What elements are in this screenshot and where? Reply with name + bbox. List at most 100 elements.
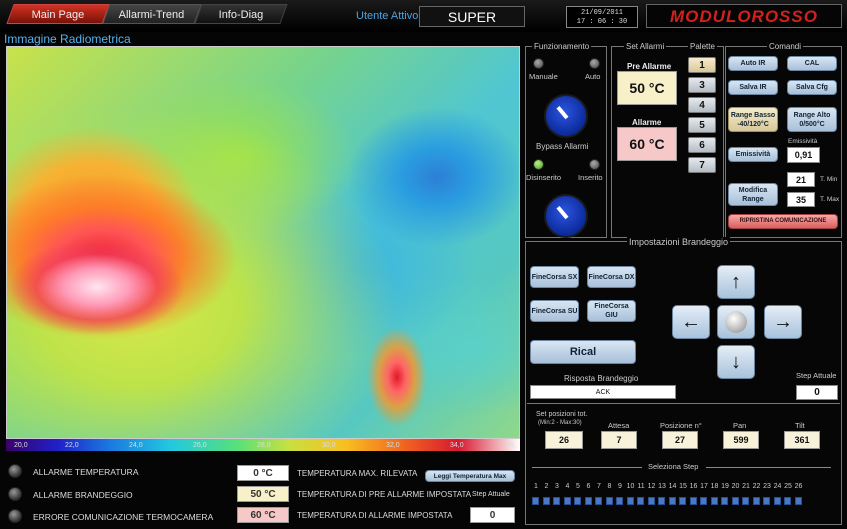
step-number-label: 22 <box>752 483 761 490</box>
set-posizioni-input[interactable]: 26 <box>545 431 583 449</box>
attesa-label: Attesa <box>608 421 630 430</box>
pan-up-button[interactable]: ↑ <box>717 265 755 299</box>
manuale-label: Manuale <box>529 72 558 81</box>
set-allarmi-title: Set Allarmi <box>624 42 667 51</box>
step-select-button[interactable] <box>553 497 560 505</box>
step-select-button[interactable] <box>689 497 697 505</box>
finecorsa-giu-button[interactable]: FineCorsa GIU <box>587 300 636 322</box>
step-select-button[interactable] <box>574 497 581 505</box>
tmin-label: T. Min <box>820 176 838 183</box>
pan-home-button[interactable] <box>717 305 755 339</box>
cal-button[interactable]: CAL <box>787 56 837 71</box>
colorbar-tick: 20,0 <box>14 442 28 449</box>
rical-button[interactable]: Rical <box>530 340 636 364</box>
range-basso-button[interactable]: Range Basso -40/120°C <box>728 107 778 132</box>
palette-button-6[interactable]: 6 <box>688 137 716 153</box>
arrow-up-icon: ↑ <box>731 271 741 293</box>
step-number-label: 9 <box>618 483 622 490</box>
clock-date: 21/09/2011 <box>580 9 623 17</box>
step-number-label: 1 <box>534 483 538 490</box>
step-select-button[interactable] <box>679 497 686 505</box>
image-title: Immagine Radiometrica <box>4 32 131 46</box>
max-temp-value: 0 °C <box>237 465 289 481</box>
step-select-button[interactable] <box>626 497 634 505</box>
step-select-button[interactable] <box>542 497 550 505</box>
palette-button-7[interactable]: 7 <box>688 157 716 173</box>
alarm-comm-label: ERRORE COMUNICAZIONE TERMOCAMERA <box>33 512 214 522</box>
brand-logo: MODULOROSSO <box>646 4 842 28</box>
salva-ir-button[interactable]: Salva IR <box>728 80 778 95</box>
alarm-comm-led <box>8 509 22 523</box>
tmax-value[interactable]: 35 <box>787 192 815 207</box>
step-select-button[interactable] <box>532 497 539 505</box>
attesa-input[interactable]: 7 <box>601 431 637 449</box>
salva-cfg-button[interactable]: Salva Cfg <box>787 80 837 95</box>
step-select-button[interactable] <box>595 497 602 505</box>
palette-button-4[interactable]: 4 <box>688 97 716 113</box>
step-select-button[interactable] <box>647 497 655 505</box>
arrow-down-icon: ↓ <box>731 351 741 373</box>
step-select-button[interactable] <box>742 497 749 505</box>
finecorsa-su-button[interactable]: FineCorsa SU <box>530 300 579 322</box>
step-select-button[interactable] <box>605 497 613 505</box>
pan-left-button[interactable]: ← <box>672 305 710 339</box>
step-select-button[interactable] <box>710 497 718 505</box>
bypass-selector-knob[interactable] <box>544 194 588 238</box>
range-alto-button[interactable]: Range Alto 0/500°C <box>787 107 837 132</box>
colorbar-tick: 26,0 <box>193 442 207 449</box>
risposta-brandeggio-value: ACK <box>530 385 676 399</box>
tab-main-page[interactable]: Main Page <box>6 4 110 24</box>
step-select-button[interactable] <box>658 497 665 505</box>
step-select-button[interactable] <box>563 497 571 505</box>
step-select-button[interactable] <box>773 497 781 505</box>
step-number-label: 13 <box>658 483 666 490</box>
step-select-button[interactable] <box>731 497 739 505</box>
tmin-value[interactable]: 21 <box>787 172 815 187</box>
arrow-left-icon: ← <box>681 311 701 333</box>
inserito-led <box>589 159 600 170</box>
pre-allarme-input[interactable]: 50 °C <box>617 71 677 105</box>
auto-label: Auto <box>585 72 601 81</box>
palette-button-1[interactable]: 1 <box>688 57 716 73</box>
radiometric-image <box>6 46 520 439</box>
step-number-label: 3 <box>555 483 559 490</box>
emissivita-value[interactable]: 0,91 <box>787 147 820 163</box>
posizione-input[interactable]: 27 <box>662 431 698 449</box>
finecorsa-dx-button[interactable]: FineCorsa DX <box>587 266 636 288</box>
clock: 21/09/2011 17 : 06 : 30 <box>566 6 638 28</box>
colorbar-tick: 30,0 <box>322 442 336 449</box>
step-number-label: 26 <box>794 483 803 490</box>
allarme-input[interactable]: 60 °C <box>617 127 677 161</box>
palette-button-3[interactable]: 3 <box>688 77 716 93</box>
read-max-temp-button[interactable]: Leggi Temperatura Max <box>425 470 515 482</box>
step-select-button[interactable] <box>584 497 592 505</box>
modifica-range-button[interactable]: Modifica Range <box>728 183 778 206</box>
step-select-button[interactable] <box>721 497 728 505</box>
auto-ir-button[interactable]: Auto IR <box>728 56 778 71</box>
pan-right-button[interactable]: → <box>764 305 802 339</box>
emissivita-button[interactable]: Emissività <box>728 147 778 162</box>
ripristina-comunicazione-button[interactable]: RIPRISTINA COMUNICAZIONE <box>728 214 838 229</box>
step-select-button[interactable] <box>637 497 644 505</box>
step-select-button[interactable] <box>763 497 770 505</box>
step-select-button[interactable] <box>700 497 707 505</box>
palette-title: Palette <box>688 42 717 51</box>
mode-selector-knob[interactable] <box>544 94 588 138</box>
tab-info-diag[interactable]: Info-Diag <box>194 4 288 24</box>
finecorsa-sx-button[interactable]: FineCorsa SX <box>530 266 579 288</box>
step-number-label: 10 <box>626 483 635 490</box>
tmax-label: T. Max <box>820 196 840 203</box>
auto-led <box>589 58 600 69</box>
step-select-button[interactable] <box>794 497 802 505</box>
pan-down-button[interactable]: ↓ <box>717 345 755 379</box>
user-label: Utente Attivo: <box>356 10 422 22</box>
step-select-button[interactable] <box>668 497 676 505</box>
step-select-button[interactable] <box>616 497 623 505</box>
tilt-value: 361 <box>784 431 820 449</box>
posizione-label: Posizione n° <box>660 421 702 430</box>
palette-button-5[interactable]: 5 <box>688 117 716 133</box>
step-select-button[interactable] <box>784 497 791 505</box>
step-select-button[interactable] <box>752 497 760 505</box>
tab-allarmi-trend[interactable]: Allarmi-Trend <box>102 4 202 24</box>
brandeggio-title: Impostazioni Brandeggio <box>627 237 731 247</box>
